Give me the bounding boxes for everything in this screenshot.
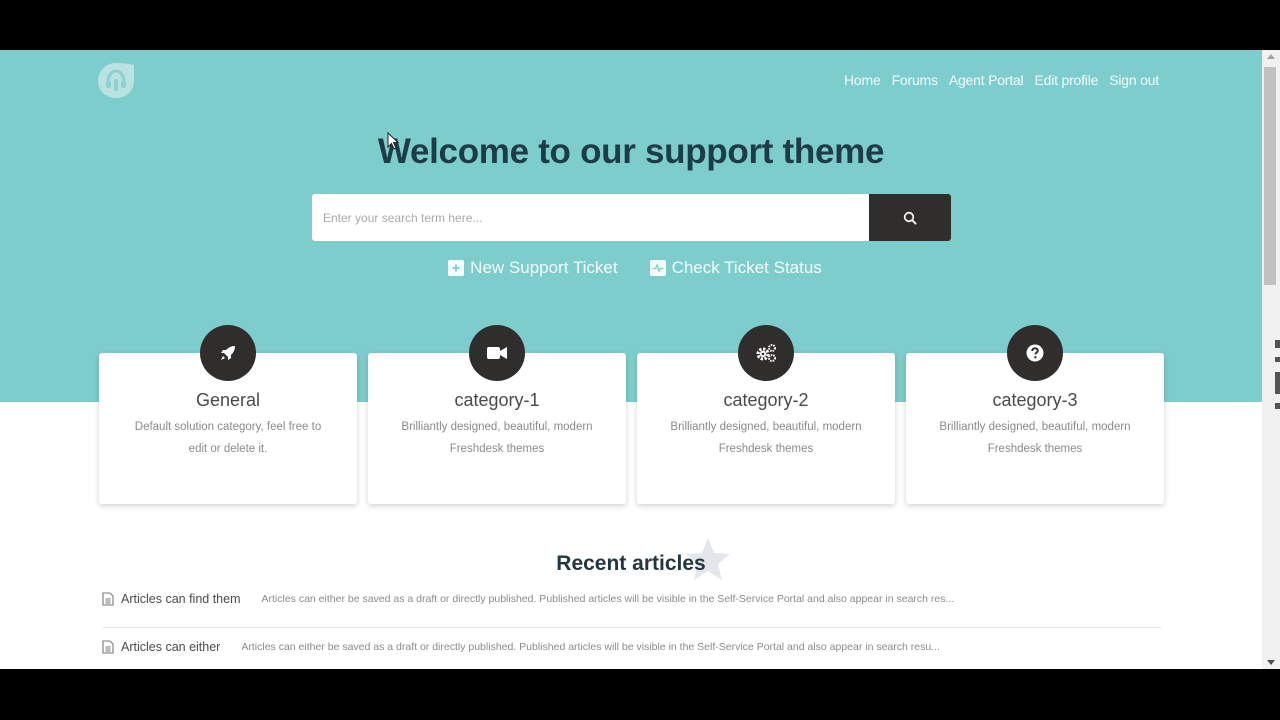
article-item[interactable]: Articles can find them Articles can eith… — [102, 586, 1162, 612]
search-bar — [312, 194, 951, 241]
article-excerpt: Articles can either be saved as a draft … — [241, 641, 940, 653]
search-icon — [903, 211, 917, 224]
article-divider — [102, 627, 1162, 628]
plus-square-icon — [448, 260, 465, 276]
rocket-icon — [200, 325, 256, 381]
nav-forums[interactable]: Forums — [892, 72, 938, 88]
article-excerpt: Articles can either be saved as a draft … — [261, 593, 955, 605]
nav-agent-portal[interactable]: Agent Portal — [949, 72, 1024, 88]
check-ticket-status-link[interactable]: Check Ticket Status — [649, 258, 822, 278]
hero-banner: Home Forums Agent Portal Edit profile Si… — [0, 50, 1262, 402]
page-title: Welcome to our support theme — [377, 132, 885, 171]
recent-articles-heading: Recent articles — [556, 552, 706, 575]
scrollbar-thumb[interactable] — [1264, 67, 1276, 285]
edge-fragment — [1275, 357, 1280, 362]
category-card-2[interactable]: category-2 Brilliantly designed, beautif… — [637, 325, 895, 504]
letterbox-bottom — [0, 669, 1280, 720]
page-viewport: Home Forums Agent Portal Edit profile Si… — [0, 50, 1262, 669]
gears-icon — [738, 325, 794, 381]
article-title[interactable]: Articles can find them — [121, 592, 241, 606]
document-icon — [102, 592, 114, 606]
nav-home[interactable]: Home — [844, 72, 881, 88]
article-item[interactable]: Articles can either Articles can either … — [102, 634, 1162, 660]
edge-fragment — [1275, 340, 1280, 348]
article-title[interactable]: Articles can either — [121, 640, 220, 654]
category-description: Brilliantly designed, beautiful, modern … — [939, 421, 1131, 455]
headset-logo-icon[interactable] — [96, 61, 136, 100]
search-input[interactable] — [312, 194, 869, 241]
category-description: Brilliantly designed, beautiful, modern … — [401, 421, 593, 455]
category-cards: General Default solution category, feel … — [99, 325, 1164, 504]
nav-sign-out[interactable]: Sign out — [1109, 72, 1159, 88]
question-circle-icon — [1007, 325, 1063, 381]
mouse-cursor-icon — [387, 132, 399, 150]
letterbox-top — [0, 0, 1280, 50]
new-support-ticket-link[interactable]: New Support Ticket — [448, 258, 618, 278]
edge-fragment — [1275, 372, 1280, 394]
new-support-ticket-label: New Support Ticket — [470, 258, 618, 277]
nav-edit-profile[interactable]: Edit profile — [1034, 72, 1098, 88]
category-title: General — [195, 390, 261, 410]
category-title: category-3 — [992, 390, 1078, 410]
category-card-3[interactable]: category-3 Brilliantly designed, beautif… — [906, 325, 1164, 504]
video-camera-icon — [469, 325, 525, 381]
category-title: category-1 — [454, 390, 540, 410]
search-button[interactable] — [869, 194, 951, 241]
ticket-actions: New Support Ticket Check Ticket Status — [0, 258, 1262, 278]
category-title: category-2 — [723, 390, 809, 410]
scroll-down-arrow-icon[interactable] — [1267, 660, 1275, 665]
pulse-square-icon — [649, 260, 666, 276]
check-ticket-status-label: Check Ticket Status — [671, 258, 822, 277]
top-nav: Home Forums Agent Portal Edit profile Si… — [844, 72, 1159, 88]
scroll-up-arrow-icon[interactable] — [1267, 54, 1275, 59]
category-card-general[interactable]: General Default solution category, feel … — [99, 325, 357, 504]
category-card-1[interactable]: category-1 Brilliantly designed, beautif… — [368, 325, 626, 504]
document-icon — [102, 640, 114, 654]
edge-fragment — [1275, 403, 1280, 409]
category-description: Brilliantly designed, beautiful, modern … — [670, 421, 862, 455]
category-description: Default solution category, feel free to … — [134, 421, 322, 455]
